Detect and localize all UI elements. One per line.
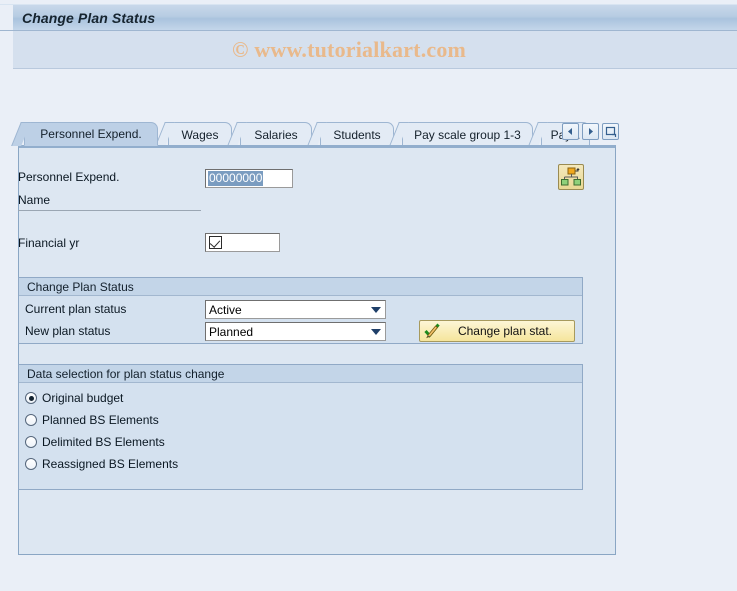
radio-label: Delimited BS Elements bbox=[42, 435, 165, 449]
tab-list-button[interactable] bbox=[602, 123, 619, 140]
radio-label: Reassigned BS Elements bbox=[42, 457, 179, 471]
radio-label: Planned BS Elements bbox=[42, 413, 159, 427]
right-arrow-icon bbox=[586, 127, 595, 136]
personnel-expend-label: Personnel Expend. bbox=[18, 170, 120, 184]
change-plan-status-button[interactable]: Change plan stat. bbox=[419, 320, 575, 342]
radio-mark-icon bbox=[25, 458, 37, 470]
financial-yr-label: Financial yr bbox=[18, 236, 80, 250]
change-plan-status-group-title: Change Plan Status bbox=[19, 278, 582, 296]
name-field-underline bbox=[18, 209, 201, 211]
tab-personnel-expend[interactable]: Personnel Expend. bbox=[24, 122, 158, 146]
current-plan-status-value: Active bbox=[209, 302, 242, 317]
new-plan-status-value: Planned bbox=[209, 324, 254, 339]
tab-label: Salaries bbox=[254, 127, 298, 142]
radio-reassigned-bs-elements[interactable]: Reassigned BS Elements bbox=[25, 457, 178, 471]
chevron-down-icon[interactable] bbox=[368, 325, 383, 339]
tab-students[interactable]: Students bbox=[320, 122, 394, 146]
current-plan-status-select[interactable]: Active bbox=[205, 300, 386, 319]
tab-scroll-left-button[interactable] bbox=[562, 123, 579, 140]
radio-mark-icon bbox=[25, 436, 37, 448]
tab-pay-scale-group-1-3[interactable]: Pay scale group 1-3 bbox=[402, 122, 533, 146]
tab-wages[interactable]: Wages bbox=[168, 122, 232, 146]
toolbar-spacer bbox=[13, 69, 737, 81]
tab-content-panel bbox=[18, 145, 616, 555]
tab-salaries[interactable]: Salaries bbox=[240, 122, 312, 146]
tab-label: Students bbox=[333, 127, 381, 142]
name-label: Name bbox=[18, 193, 51, 207]
personnel-expend-input[interactable]: 00000000 bbox=[205, 169, 293, 188]
tab-list-icon bbox=[605, 126, 617, 138]
tab-label: Personnel Expend. bbox=[40, 127, 142, 141]
tab-label: Wages bbox=[181, 127, 219, 142]
new-plan-status-select[interactable]: Planned bbox=[205, 322, 386, 341]
org-structure-button[interactable] bbox=[558, 164, 584, 190]
change-plan-status-button-label: Change plan stat. bbox=[457, 324, 553, 338]
page-title: Change Plan Status bbox=[22, 10, 156, 26]
financial-yr-input[interactable] bbox=[205, 233, 280, 252]
org-structure-icon bbox=[559, 165, 583, 189]
window-title-bar: Change Plan Status bbox=[0, 4, 737, 31]
tab-label: Pay scale group 1-3 bbox=[414, 127, 521, 142]
title-bar-left-cap bbox=[0, 5, 13, 30]
radio-mark-icon bbox=[25, 414, 37, 426]
personnel-expend-value: 00000000 bbox=[208, 171, 264, 186]
radio-planned-bs-elements[interactable]: Planned BS Elements bbox=[25, 413, 159, 427]
current-plan-status-label: Current plan status bbox=[25, 302, 127, 316]
new-plan-status-label: New plan status bbox=[25, 324, 111, 338]
tab-strip: Personnel Expend. Wages Salaries Student… bbox=[18, 122, 616, 146]
radio-delimited-bs-elements[interactable]: Delimited BS Elements bbox=[25, 435, 165, 449]
watermark-text: © www.tutorialkart.com bbox=[232, 37, 467, 62]
radio-label: Original budget bbox=[42, 391, 124, 405]
check-pencil-icon bbox=[424, 323, 442, 339]
left-arrow-icon bbox=[566, 127, 575, 136]
data-selection-group-title: Data selection for plan status change bbox=[19, 365, 582, 383]
checkbox-check-icon bbox=[209, 236, 222, 249]
radio-original-budget[interactable]: Original budget bbox=[25, 391, 123, 405]
tab-scroll-right-button[interactable] bbox=[582, 123, 599, 140]
radio-mark-icon bbox=[25, 392, 37, 404]
chevron-down-icon[interactable] bbox=[368, 303, 383, 317]
data-selection-group: Data selection for plan status change bbox=[18, 364, 583, 490]
